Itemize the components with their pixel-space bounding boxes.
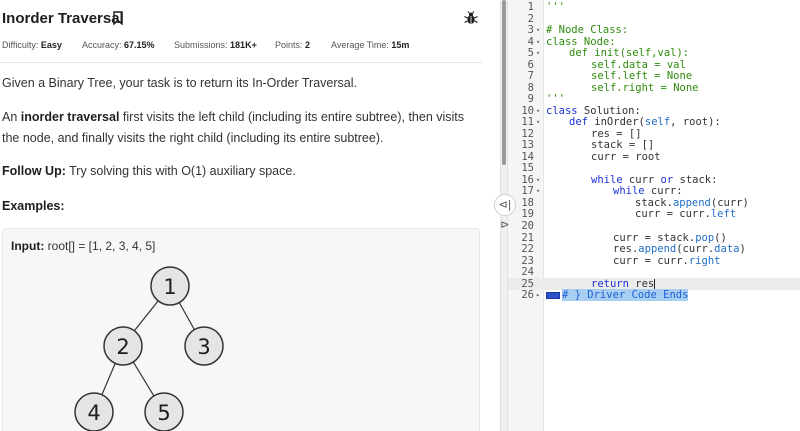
accuracy-value: 67.15% <box>124 40 155 50</box>
tree-node-label: 1 <box>163 275 176 299</box>
text-cursor <box>654 278 656 290</box>
difficulty-meta: Difficulty: Easy <box>2 40 62 50</box>
tree-node-label: 3 <box>197 335 210 359</box>
fold-arrow-icon[interactable]: ▸ <box>536 289 544 301</box>
tree-node-label: 2 <box>116 335 129 359</box>
fold-arrow-icon[interactable]: ▾ <box>536 24 544 36</box>
code-line: 9 ''' <box>527 93 565 105</box>
tree-node-4: 4 <box>74 392 114 431</box>
tree-node-1: 1 <box>150 266 190 306</box>
divider-line <box>0 62 482 63</box>
code-line: 22 res.append(curr.data) <box>521 243 746 255</box>
tree-node-3: 3 <box>184 326 224 366</box>
accuracy-meta: Accuracy: 67.15% <box>82 40 155 50</box>
problem-panel: Inorder Traversal Difficulty: Easy Accur… <box>0 0 500 431</box>
fold-arrow-icon[interactable]: ▾ <box>536 47 544 59</box>
split-handle-icon[interactable]: ⊲|⊳ <box>494 194 516 231</box>
folded-code-marker-icon[interactable] <box>546 291 560 299</box>
difficulty-value: Easy <box>40 40 62 50</box>
code-line: 20 <box>521 220 534 232</box>
code-line: 1 ''' <box>527 1 565 13</box>
follow-up: Follow Up: Try solving this with O(1) au… <box>2 164 296 178</box>
tree-node-2: 2 <box>103 326 143 366</box>
code-line: 11 ▾ def inOrder(self, root): <box>521 116 721 128</box>
code-line: 26 ▸ # } Driver Code Ends <box>521 289 689 301</box>
examples-heading: Examples: <box>2 199 65 213</box>
fold-arrow-icon[interactable]: ▾ <box>536 185 544 197</box>
code-line: 7 self.left = None <box>527 70 693 82</box>
problem-intro: Given a Binary Tree, your task is to ret… <box>2 76 357 90</box>
code-editor[interactable]: 1 ''' 2 3 ▾ # Node Class: 4 ▾ class Node: 5 ▾ d… <box>508 0 800 431</box>
avg-time-value: 15m <box>391 40 410 50</box>
tree-node-label: 5 <box>157 401 170 425</box>
tree-node-label: 4 <box>87 401 100 425</box>
avg-time-meta: Average Time: 15m <box>331 40 410 50</box>
example-input: Input: root[] = [1, 2, 3, 4, 5] <box>11 239 156 253</box>
problem-definition: An inorder traversal first visits the le… <box>2 110 465 145</box>
bug-icon[interactable] <box>464 11 478 25</box>
code-line: 5 ▾ def init(self,val): <box>527 47 690 59</box>
code-line: 24 <box>521 266 534 278</box>
problem-title: Inorder Traversal <box>2 10 124 27</box>
code-line: 15 <box>521 162 534 174</box>
code-line: 3 ▾ # Node Class: <box>527 24 629 36</box>
submissions-value: 181K+ <box>230 40 257 50</box>
bookmark-icon[interactable] <box>113 11 123 25</box>
tree-node-5: 5 <box>144 392 184 431</box>
problem-scrollbar-thumb[interactable] <box>502 0 506 165</box>
example-box: Input: root[] = [1, 2, 3, 4, 5] 1 2 3 4 <box>2 228 480 431</box>
points-value: 2 <box>305 40 311 50</box>
points-meta: Points: 2 <box>275 40 311 50</box>
code-line: 17 ▾ while curr: <box>521 185 683 197</box>
submissions-meta: Submissions: 181K+ <box>174 40 257 50</box>
binary-tree-diagram: 1 2 3 4 5 <box>74 266 224 431</box>
code-line: 19 curr = curr.left <box>521 208 737 220</box>
code-line: 13 stack = [] <box>521 139 655 151</box>
fold-arrow-icon[interactable]: ▾ <box>536 116 544 128</box>
